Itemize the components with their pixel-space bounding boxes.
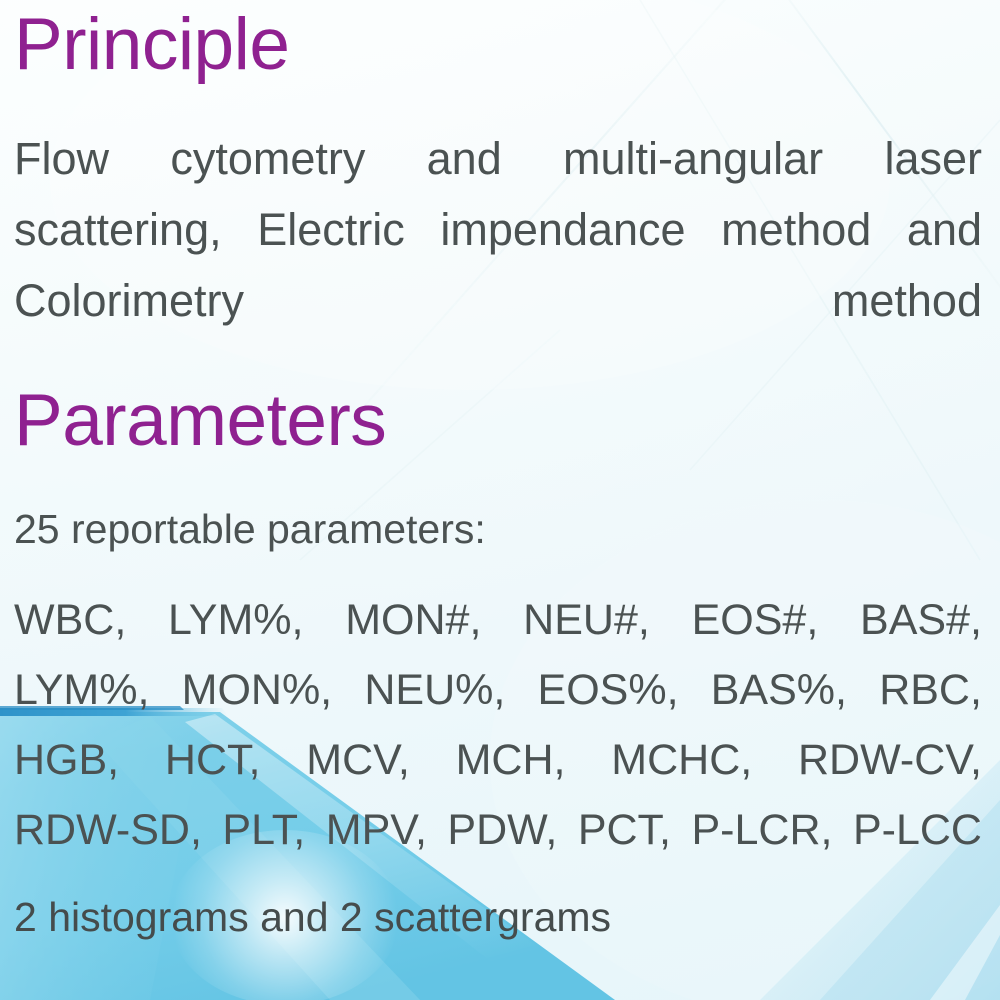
parameter-token: MCH, — [455, 736, 566, 784]
slide-content: Principle Flow cytometry and multi-angul… — [0, 0, 1000, 1000]
parameters-line: LYM%, MON%, NEU%, EOS%, BAS%, RBC, — [14, 655, 982, 725]
principle-body-text: Flow cytometry and multi-angular laser s… — [14, 133, 982, 326]
parameter-token: P-LCR, — [691, 806, 833, 854]
parameter-token: BAS%, — [710, 666, 847, 714]
parameter-token: RDW-SD, — [14, 806, 202, 854]
slide-canvas: Principle Flow cytometry and multi-angul… — [0, 0, 1000, 1000]
principle-heading: Principle — [14, 4, 290, 85]
parameter-token: MON%, — [181, 666, 333, 714]
parameters-line: RDW-SD, PLT, MPV, PDW, PCT, P-LCR, P-LCC — [14, 795, 982, 865]
parameter-token: HCT, — [164, 736, 261, 784]
parameter-token: PCT, — [577, 806, 671, 854]
histograms-scattergrams-label: 2 histograms and 2 scattergrams — [14, 894, 612, 940]
parameter-token: EOS%, — [537, 666, 679, 714]
parameter-token: WBC, — [14, 596, 127, 644]
parameters-line: HGB, HCT, MCV, MCH, MCHC, RDW-CV, — [14, 725, 982, 795]
parameter-token: EOS#, — [691, 596, 819, 644]
parameters-line: WBC, LYM%, MON#, NEU#, EOS#, BAS#, — [14, 585, 982, 655]
parameter-token: LYM%, — [168, 596, 304, 644]
parameter-token: MON#, — [345, 596, 482, 644]
parameter-token: HGB, — [14, 736, 120, 784]
parameters-count-label: 25 reportable parameters: — [14, 506, 486, 552]
parameter-token: PLT, — [222, 806, 306, 854]
parameter-token: BAS#, — [860, 596, 982, 644]
parameter-token: LYM%, — [14, 666, 150, 714]
parameter-token: RDW-CV, — [797, 736, 982, 784]
parameters-list: WBC, LYM%, MON#, NEU#, EOS#, BAS#, LYM%,… — [14, 585, 982, 865]
parameter-token: MCV, — [306, 736, 410, 784]
parameter-token: PDW, — [447, 806, 558, 854]
parameters-heading: Parameters — [14, 380, 387, 461]
parameter-token: MCHC, — [611, 736, 753, 784]
parameter-token: NEU%, — [364, 666, 506, 714]
parameter-token: NEU#, — [523, 596, 650, 644]
parameter-token: RBC, — [879, 666, 982, 714]
parameter-token: MPV, — [325, 806, 427, 854]
parameter-token: P-LCC — [852, 806, 982, 854]
